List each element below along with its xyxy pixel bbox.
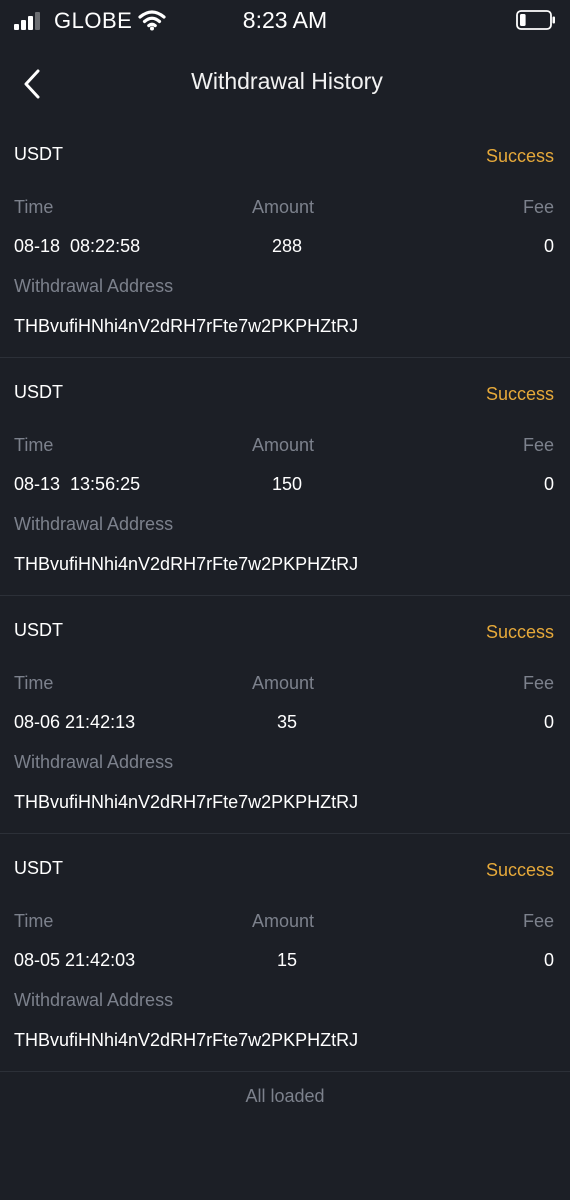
withdrawal-record[interactable]: USDT Success Time Amount Fee 08-18 08:22…: [0, 120, 570, 358]
amount-label: Amount: [252, 435, 315, 455]
withdrawal-list: USDT Success Time Amount Fee 08-18 08:22…: [0, 120, 570, 1107]
status-badge: Success: [485, 146, 554, 166]
fee-value: 0: [543, 236, 554, 256]
all-loaded-note: All loaded: [245, 1086, 325, 1106]
fee-value: 0: [543, 474, 554, 494]
fee-label: Fee: [522, 673, 554, 693]
withdrawal-address-value: THBvufiHNhi4nV2dRH7rFte7w2PKPHZtRJ: [14, 554, 359, 574]
time-label: Time: [14, 673, 54, 693]
withdrawal-record[interactable]: USDT Success Time Amount Fee 08-06 21:42…: [0, 596, 570, 834]
page-title: Withdrawal History: [191, 68, 383, 94]
time-label: Time: [14, 911, 54, 931]
status-bar: GLOBE 8:23 AM: [0, 0, 570, 42]
withdrawal-address-label: Withdrawal Address: [14, 752, 174, 772]
withdrawal-address-value: THBvufiHNhi4nV2dRH7rFte7w2PKPHZtRJ: [14, 1030, 359, 1050]
amount-value: 35: [276, 712, 298, 732]
asset-name: USDT: [14, 620, 63, 640]
clock: 8:23 AM: [242, 7, 328, 33]
status-badge: Success: [485, 384, 554, 404]
amount-value: 288: [271, 236, 303, 256]
withdrawal-address-label: Withdrawal Address: [14, 990, 174, 1010]
time-value: 08-06 21:42:13: [14, 712, 136, 732]
withdrawal-address-label: Withdrawal Address: [14, 276, 174, 296]
status-badge: Success: [485, 622, 554, 642]
status-badge: Success: [485, 860, 554, 880]
time-value: 08-18 08:22:58: [14, 236, 141, 256]
amount-label: Amount: [252, 911, 315, 931]
battery-icon: [516, 10, 555, 30]
amount-value: 150: [271, 474, 303, 494]
amount-label: Amount: [252, 197, 315, 217]
withdrawal-address-value: THBvufiHNhi4nV2dRH7rFte7w2PKPHZtRJ: [14, 792, 359, 812]
time-value: 08-05 21:42:03: [14, 950, 136, 970]
amount-label: Amount: [252, 673, 315, 693]
withdrawal-record[interactable]: USDT Success Time Amount Fee 08-13 13:56…: [0, 358, 570, 596]
amount-value: 15: [276, 950, 298, 970]
fee-label: Fee: [522, 911, 554, 931]
asset-name: USDT: [14, 382, 63, 402]
nav-bar: Withdrawal History: [0, 52, 570, 112]
fee-value: 0: [543, 712, 554, 732]
withdrawal-address-value: THBvufiHNhi4nV2dRH7rFte7w2PKPHZtRJ: [14, 316, 359, 336]
withdrawal-record[interactable]: USDT Success Time Amount Fee 08-05 21:42…: [0, 834, 570, 1072]
fee-label: Fee: [522, 435, 554, 455]
asset-name: USDT: [14, 144, 63, 164]
time-label: Time: [14, 197, 54, 217]
time-value: 08-13 13:56:25: [14, 474, 141, 494]
fee-value: 0: [543, 950, 554, 970]
withdrawal-address-label: Withdrawal Address: [14, 514, 174, 534]
fee-label: Fee: [522, 197, 554, 217]
time-label: Time: [14, 435, 54, 455]
asset-name: USDT: [14, 858, 63, 878]
